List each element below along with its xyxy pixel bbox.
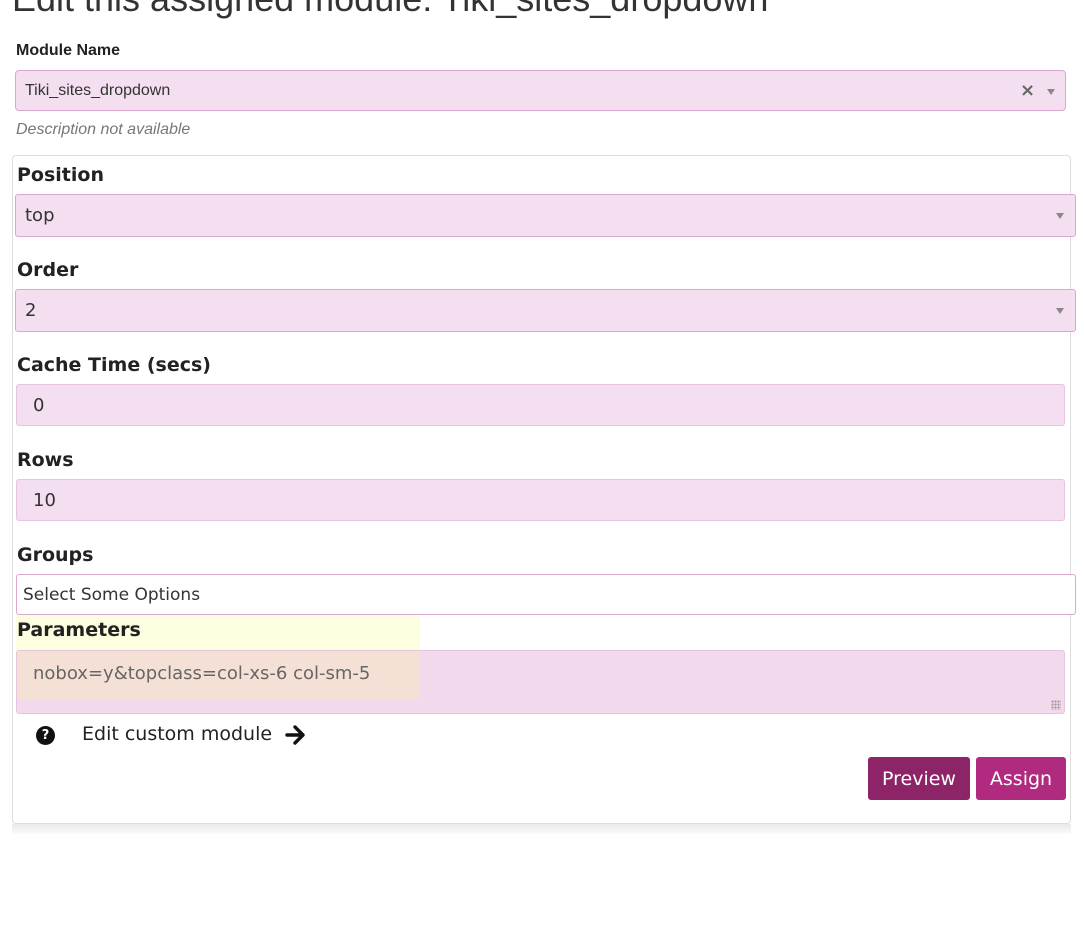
position-label: Position <box>17 164 104 186</box>
cache-time-input[interactable]: 0 <box>16 384 1065 426</box>
caret-down-icon <box>1056 308 1064 314</box>
rows-input[interactable]: 10 <box>16 479 1065 521</box>
order-value: 2 <box>25 300 37 321</box>
preview-button[interactable]: Preview <box>868 757 970 800</box>
page-title: Edit this assigned module: Tiki_sites_dr… <box>12 0 768 20</box>
rows-value: 10 <box>33 490 56 511</box>
parameters-textarea[interactable]: nobox=y&topclass=col-xs-6 col-sm-5 <box>16 650 1065 714</box>
position-select[interactable]: top <box>15 194 1076 237</box>
groups-label: Groups <box>17 544 94 566</box>
position-value: top <box>25 205 55 226</box>
parameters-value: nobox=y&topclass=col-xs-6 col-sm-5 <box>33 663 371 684</box>
order-label: Order <box>17 259 79 281</box>
module-name-select[interactable]: Tiki_sites_dropdown × <box>15 70 1066 111</box>
module-name-label: Module Name <box>16 42 121 59</box>
cache-time-label: Cache Time (secs) <box>17 354 211 376</box>
module-description: Description not available <box>16 121 191 138</box>
rows-label: Rows <box>17 449 74 471</box>
parameters-label: Parameters <box>17 619 141 641</box>
cache-time-value: 0 <box>33 395 45 416</box>
caret-down-icon[interactable] <box>1047 89 1055 95</box>
edit-custom-module-link[interactable]: Edit custom module <box>82 723 272 745</box>
panel-footer <box>12 824 1071 834</box>
groups-multiselect[interactable]: Select Some Options <box>16 574 1076 615</box>
caret-down-icon <box>1056 213 1064 219</box>
arrow-right-icon[interactable] <box>285 723 307 747</box>
resize-grip-icon[interactable] <box>1051 700 1061 710</box>
order-select[interactable]: 2 <box>15 289 1076 332</box>
close-icon[interactable]: × <box>1020 80 1035 101</box>
groups-placeholder: Select Some Options <box>23 585 201 605</box>
module-name-value: Tiki_sites_dropdown <box>25 82 171 99</box>
assign-button[interactable]: Assign <box>976 757 1066 800</box>
question-circle-icon[interactable]: ? <box>36 726 55 745</box>
